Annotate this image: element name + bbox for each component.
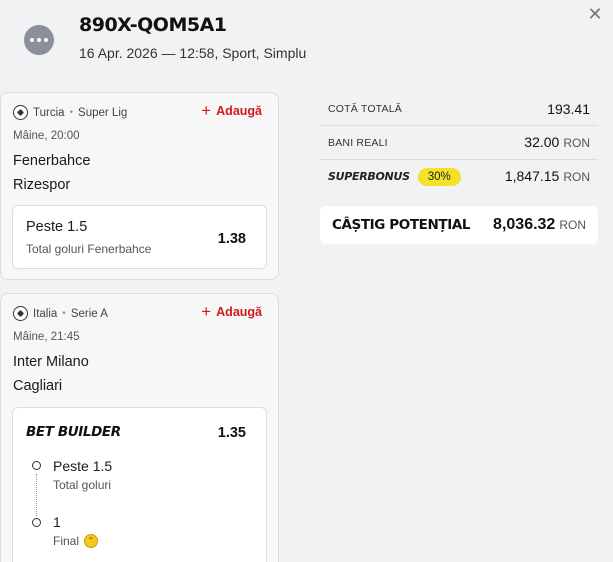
stake-amount: 32.00 RON [524,134,590,152]
currency: RON [563,169,590,184]
stake-label: BANI REALI [328,136,388,149]
currency: RON [563,135,590,150]
superbonus-info: SUPERBONUS 30% [328,167,461,186]
league-info: Italia • Serie A [13,306,108,321]
more-dots-icon[interactable] [24,25,54,55]
currency: RON [559,218,586,232]
leg-market-label: Final [53,534,80,548]
ticket-meta: 16 Apr. 2026 — 12:58, Sport, Simplu [79,45,307,61]
leg-pick: 1 [53,514,61,530]
total-odds-row: COTĂ TOTALĂ 193.41 [320,92,598,126]
selection-odds: 1.38 [217,231,246,247]
superbonus-value: 1,847.15 [504,167,560,184]
stake-value: 32.00 [524,133,560,150]
leg-bullet [32,518,41,527]
plus-icon: + [201,302,212,321]
match-time: Mâine, 20:00 [13,130,80,142]
potential-win-row: CÂȘTIG POTENȚIAL 8,036.32 RON [320,206,598,244]
soccer-ball-icon [13,105,28,120]
home-team: Inter Milano [13,354,89,370]
potential-win-value: 8,036.32 [493,216,556,233]
leg-bullet [32,461,41,470]
league-label: Serie A [70,307,108,320]
add-button[interactable]: + Adaugă [201,101,262,120]
ticket-header: 890X-QOM5A1 16 Apr. 2026 — 12:58, Sport,… [0,0,613,90]
plus-icon: + [201,101,212,120]
bet-card: Turcia • Super Lig + Adaugă Mâine, 20:00… [0,92,279,280]
ticket-id: 890X-QOM5A1 [79,14,227,36]
leg-connector [36,474,37,516]
boost-badge-icon: ⌃ [84,534,99,548]
superbonus-row: SUPERBONUS 30% 1,847.15 RON [320,159,598,193]
selection-box: Peste 1.5 Total goluri Fenerbahce 1.38 [12,205,267,269]
bet-card: Italia • Serie A + Adaugă Mâine, 21:45 I… [0,293,279,562]
league-info: Turcia • Super Lig [13,105,127,120]
potential-win-amount: 8,036.32 RON [493,216,586,234]
separator-dot: • [62,308,66,319]
superbonus-percent-badge: 30% [417,167,461,186]
country-label: Turcia [33,106,65,119]
bet-builder-box: BET BUILDER 1.35 Peste 1.5 Total goluri … [12,407,267,562]
home-team: Fenerbahce [13,153,91,169]
leg-market: Final ⌃ [53,534,99,548]
selection-pick: Peste 1.5 [26,219,88,235]
leg-market-label: Total goluri [53,478,112,492]
leg-market: Total goluri [53,478,111,492]
away-team: Cagliari [13,378,63,394]
superbonus-label: SUPERBONUS [328,170,410,183]
bet-builder-odds: 1.35 [217,425,246,441]
league-label: Super Lig [78,106,128,119]
total-odds-label: COTĂ TOTALĂ [328,103,402,115]
close-icon[interactable]: ✕ [586,5,604,23]
leg-pick: Peste 1.5 [53,458,113,474]
bet-builder-title: BET BUILDER [26,424,121,440]
selection-market: Total goluri Fenerbahce [26,242,152,256]
country-label: Italia [33,307,58,320]
superbonus-amount: 1,847.15 RON [505,168,590,186]
add-button[interactable]: + Adaugă [201,302,262,321]
add-label: Adaugă [216,305,262,319]
soccer-ball-icon [13,306,28,321]
add-label: Adaugă [216,104,262,118]
away-team: Rizespor [13,177,71,193]
potential-win-label: CÂȘTIG POTENȚIAL [332,217,471,233]
stake-row: BANI REALI 32.00 RON [320,125,598,159]
match-time: Mâine, 21:45 [13,331,80,343]
total-odds-value: 193.41 [547,101,590,117]
separator-dot: • [69,107,74,118]
